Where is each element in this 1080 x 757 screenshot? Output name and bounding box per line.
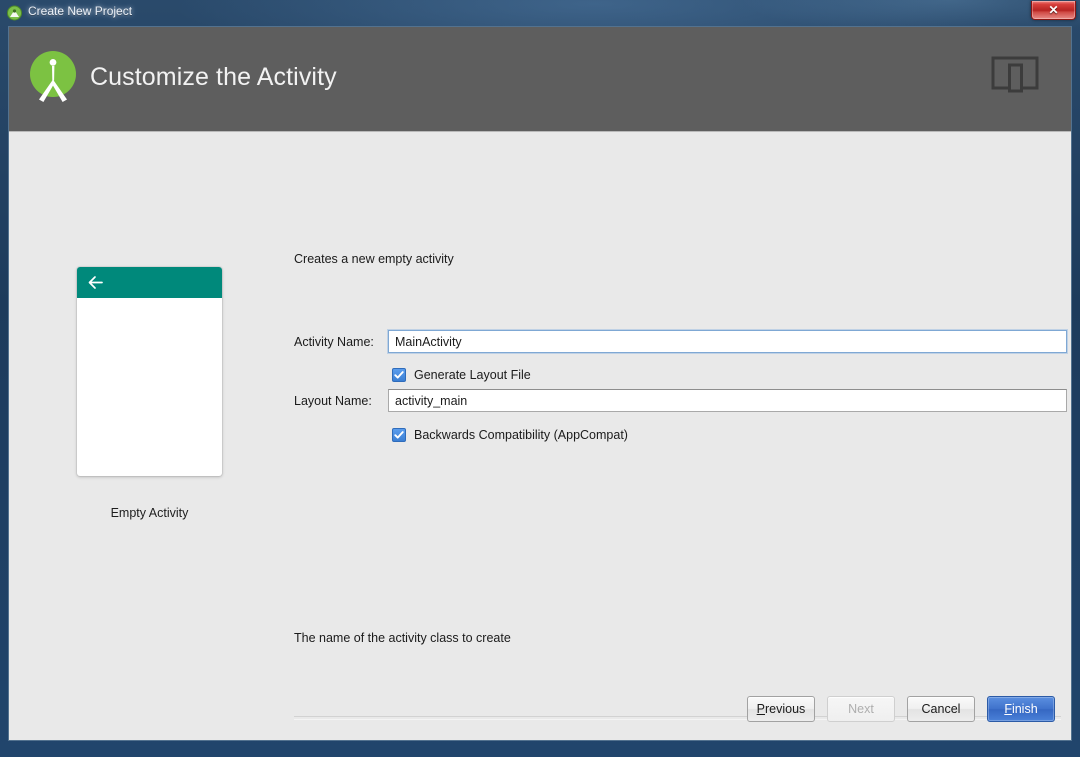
generate-layout-file-checkbox[interactable]: Generate Layout File	[392, 368, 531, 382]
activity-name-label: Activity Name:	[294, 335, 374, 349]
cancel-button[interactable]: Cancel	[907, 696, 975, 722]
field-hint-text: The name of the activity class to create	[294, 631, 511, 645]
dialog-body: Empty Activity Creates a new empty activ…	[9, 133, 1071, 740]
finish-button[interactable]: Finish	[987, 696, 1055, 722]
close-button[interactable]: ✕	[1031, 1, 1076, 20]
dialog-client-area: Customize the Activity Empty Activity Cr…	[8, 26, 1072, 741]
next-button: Next	[827, 696, 895, 722]
close-icon: ✕	[1048, 3, 1059, 17]
device-layout-icon	[991, 54, 1039, 94]
layout-name-input[interactable]	[388, 389, 1067, 412]
preview-card	[77, 267, 222, 476]
back-arrow-icon	[88, 275, 104, 290]
cancel-button-label: Cancel	[921, 702, 961, 716]
finish-button-label: inish	[1011, 702, 1038, 716]
backwards-compatibility-checkbox[interactable]: Backwards Compatibility (AppCompat)	[392, 428, 628, 442]
backwards-compatibility-label: Backwards Compatibility (AppCompat)	[414, 428, 628, 442]
title-bar[interactable]: Create New Project ✕	[0, 0, 1080, 26]
android-studio-logo-icon	[26, 49, 80, 103]
template-description: Creates a new empty activity	[294, 252, 454, 266]
preview-template-label: Empty Activity	[110, 506, 189, 520]
dialog-button-bar: Previous Next Cancel Finish	[747, 696, 1055, 722]
checkbox-checked-icon	[392, 368, 406, 382]
preview-app-bar	[77, 267, 222, 298]
activity-name-input[interactable]	[388, 330, 1067, 353]
dialog-header: Customize the Activity	[9, 27, 1071, 132]
window-title: Create New Project	[28, 4, 133, 18]
activity-template-preview[interactable]: Empty Activity	[77, 267, 222, 520]
dialog-window: Create New Project ✕ Customize the Activ…	[0, 0, 1080, 757]
android-icon	[6, 4, 23, 21]
page-title: Customize the Activity	[90, 63, 337, 91]
previous-button-label: revious	[765, 702, 806, 716]
next-button-label: Next	[848, 702, 874, 716]
previous-button[interactable]: Previous	[747, 696, 815, 722]
layout-name-label: Layout Name:	[294, 394, 372, 408]
checkbox-checked-icon	[392, 428, 406, 442]
generate-layout-file-label: Generate Layout File	[414, 368, 531, 382]
